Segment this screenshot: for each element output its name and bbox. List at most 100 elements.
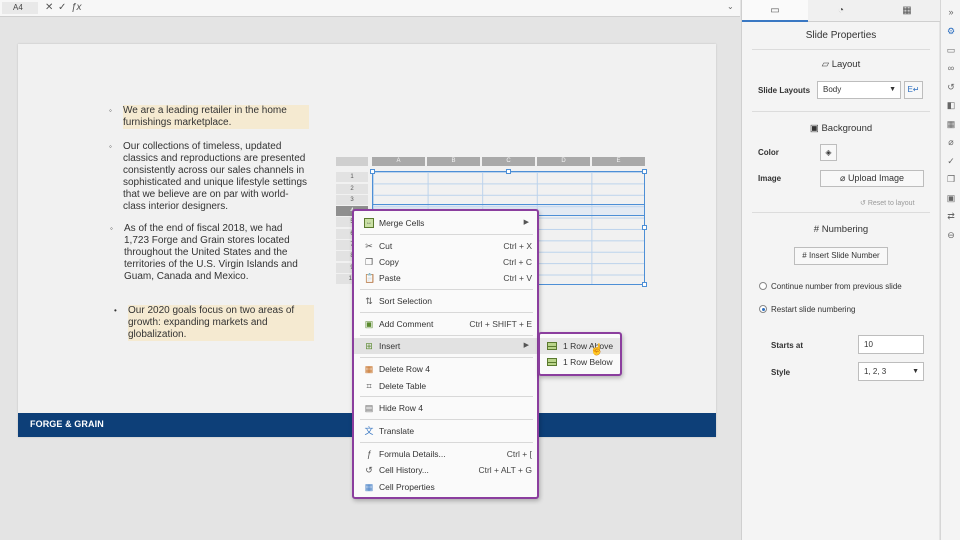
resize-handle-se[interactable] <box>642 282 647 287</box>
image-label: Image <box>758 174 782 183</box>
tab-table[interactable]: ▦ <box>874 0 940 22</box>
paint-bucket-icon: ◈ <box>825 148 832 157</box>
link-icon[interactable]: ∞ <box>945 62 957 74</box>
menu-item-sort-selection[interactable]: ⇅ Sort Selection <box>354 293 537 309</box>
format-icon[interactable]: ◧ <box>945 99 957 111</box>
column-header-e[interactable]: E <box>592 157 645 166</box>
restart-numbering-radio[interactable] <box>759 305 767 313</box>
resize-handle-nw[interactable] <box>370 169 375 174</box>
insert-slide-number-button[interactable]: # Insert Slide Number <box>794 247 888 265</box>
menu-item-shortcut: Ctrl + SHIFT + E <box>469 319 532 329</box>
menu-item-paste[interactable]: 📋 Paste Ctrl + V <box>354 270 537 286</box>
slide-layouts-label: Slide Layouts <box>758 86 811 95</box>
cancel-icon[interactable]: ✕ <box>45 2 53 14</box>
upload-image-button[interactable]: ⌀ Upload Image <box>820 170 924 187</box>
resize-handle-n[interactable] <box>506 169 511 174</box>
formula-bar: A4 ✕ ✓ ƒx ⌄ <box>0 0 740 17</box>
submenu-arrow-icon: ▶ <box>523 219 529 226</box>
menu-item-add-comment[interactable]: ▣ Add Comment Ctrl + SHIFT + E <box>354 316 537 332</box>
menu-separator <box>360 234 533 235</box>
style-select[interactable]: 1, 2, 3 ▼ <box>858 362 924 381</box>
attachment-icon[interactable]: ⌀ <box>945 136 957 148</box>
resize-handle-ne[interactable] <box>642 169 647 174</box>
workflow-icon[interactable]: ⇄ <box>945 210 957 222</box>
scissors-icon: ✂ <box>365 241 373 251</box>
bullet-marker: ◦ <box>110 224 113 233</box>
menu-item-label: Paste <box>379 273 401 283</box>
menu-item-shortcut: Ctrl + X <box>503 241 532 251</box>
summary-icon[interactable]: ⊖ <box>945 229 957 241</box>
column-header-b[interactable]: B <box>427 157 480 166</box>
section-heading: Layout <box>831 59 861 70</box>
hand-cursor-icon: ☝ <box>590 344 604 356</box>
collapse-panel-icon[interactable]: » <box>945 6 957 18</box>
bullet-text: We are a leading retailer in the home fu… <box>123 105 309 129</box>
panel-divider <box>752 111 930 112</box>
menu-item-copy[interactable]: ❐ Copy Ctrl + C <box>354 254 537 270</box>
insert-icon: ⊞ <box>365 341 373 351</box>
bullet-text: As of the end of fiscal 2018, we had 1,7… <box>124 223 298 282</box>
column-header-d[interactable]: D <box>537 157 590 166</box>
starts-at-input[interactable]: 10 <box>858 335 924 354</box>
panel-title: Slide Properties <box>805 30 877 41</box>
comment-icon[interactable]: ▭ <box>945 44 957 56</box>
publish-icon[interactable]: ▣ <box>945 192 957 204</box>
menu-item-label: Translate <box>379 426 415 436</box>
paperclip-icon: ⌀ <box>840 173 846 183</box>
row-header-3[interactable]: 3 <box>336 195 368 205</box>
menu-item-shortcut: Ctrl + ALT + G <box>478 465 532 475</box>
row-header-2[interactable]: 2 <box>336 184 368 194</box>
menu-separator <box>360 419 533 420</box>
menu-item-label: Copy <box>379 257 399 267</box>
menu-item-label: Delete Table <box>379 381 427 391</box>
column-header-c[interactable]: C <box>482 157 535 166</box>
submenu-item-row-below[interactable]: 1 Row Below <box>540 354 620 370</box>
submenu-item-row-above[interactable]: 1 Row Above <box>540 338 620 354</box>
section-heading: Numbering <box>821 224 869 235</box>
section-layout: ▱ Layout <box>742 59 940 70</box>
color-picker-button[interactable]: ◈ <box>820 144 837 161</box>
menu-separator <box>360 396 533 397</box>
insert-submenu: 1 Row Above 1 Row Below <box>538 332 622 376</box>
confirm-icon[interactable]: ✓ <box>58 2 66 14</box>
menu-item-insert[interactable]: ⊞ Insert ▶ <box>354 338 537 354</box>
menu-separator <box>360 357 533 358</box>
menu-item-delete-table[interactable]: ⌗ Delete Table <box>354 378 537 394</box>
layout-icon: ▱ <box>821 59 830 70</box>
check-icon[interactable]: ✓ <box>945 155 957 167</box>
table-corner[interactable] <box>336 157 368 166</box>
reset-to-layout-link[interactable]: ↺ Reset to layout <box>860 199 915 207</box>
select-value: Body <box>823 85 842 94</box>
input-value: 10 <box>864 340 873 349</box>
continue-numbering-radio[interactable] <box>759 282 767 290</box>
menu-item-label: Cell Properties <box>379 482 435 492</box>
expand-formula-icon[interactable]: ⌄ <box>727 2 734 11</box>
sort-icon: ⇅ <box>365 296 373 306</box>
menu-item-label: Hide Row 4 <box>379 403 423 413</box>
menu-item-delete-row[interactable]: ▦ Delete Row 4 <box>354 361 537 377</box>
menu-item-cell-history[interactable]: ↺ Cell History... Ctrl + ALT + G <box>354 462 537 478</box>
menu-item-hide-row[interactable]: ▤ Hide Row 4 <box>354 400 537 416</box>
menu-separator <box>360 442 533 443</box>
menu-item-cell-properties[interactable]: ▦ Cell Properties <box>354 479 537 495</box>
menu-item-merge-cells[interactable]: ↔ Merge Cells ▶ <box>354 215 537 231</box>
slide-layouts-select[interactable]: Body ▼ <box>817 81 901 99</box>
fx-icon[interactable]: ƒx <box>71 2 82 14</box>
footer-brand: FORGE & GRAIN <box>30 419 104 429</box>
slide-icon: ▭ <box>770 5 780 16</box>
gear-icon[interactable]: ⚙ <box>945 25 957 37</box>
resize-handle-e[interactable] <box>642 225 647 230</box>
grid-icon[interactable]: ▦ <box>945 118 957 130</box>
starts-at-label: Starts at <box>771 341 804 350</box>
column-header-a[interactable]: A <box>372 157 425 166</box>
edit-layout-button[interactable]: E↵ <box>904 81 923 99</box>
layers-icon[interactable]: ❐ <box>945 173 957 185</box>
cell-reference[interactable]: A4 <box>2 2 38 14</box>
row-header-1[interactable]: 1 <box>336 172 368 182</box>
tab-shapes[interactable]: ◔ <box>808 0 874 22</box>
menu-item-cut[interactable]: ✂ Cut Ctrl + X <box>354 238 537 254</box>
history-icon[interactable]: ↺ <box>945 81 957 93</box>
menu-item-translate[interactable]: 文 Translate <box>354 423 537 439</box>
tab-slide-properties[interactable]: ▭ <box>742 0 808 22</box>
menu-item-formula-details[interactable]: ƒ Formula Details... Ctrl + [ <box>354 446 537 462</box>
